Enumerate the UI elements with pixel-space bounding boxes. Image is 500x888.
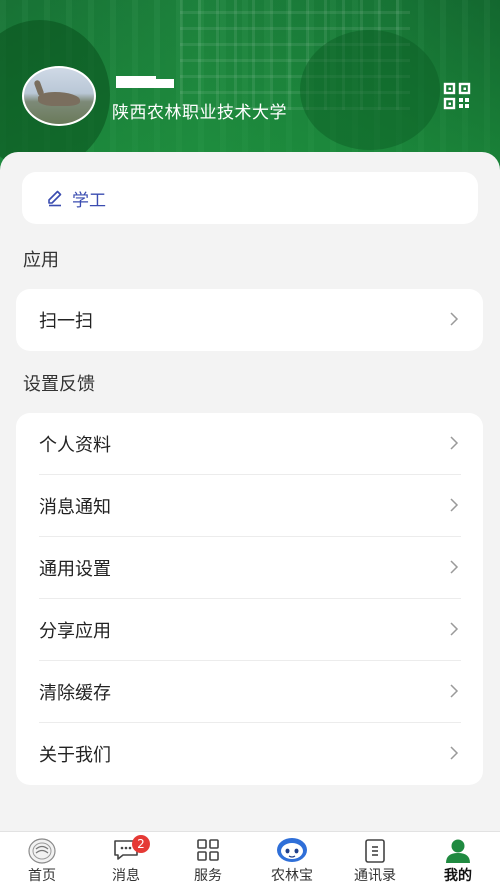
list-item-share-app[interactable]: 分享应用 bbox=[16, 599, 483, 661]
grid-icon bbox=[197, 839, 219, 861]
chevron-right-icon bbox=[450, 684, 459, 698]
tab-services[interactable]: 服务 bbox=[166, 832, 250, 888]
chevron-right-icon bbox=[450, 498, 459, 512]
chevron-right-icon bbox=[450, 622, 459, 636]
list-item-notifications[interactable]: 消息通知 bbox=[16, 475, 483, 537]
chevron-right-icon bbox=[450, 312, 459, 326]
list-item-general-settings[interactable]: 通用设置 bbox=[16, 537, 483, 599]
user-name-redacted bbox=[116, 74, 178, 88]
list-item-label: 扫一扫 bbox=[39, 311, 93, 332]
list-item-scan[interactable]: 扫一扫 bbox=[16, 289, 483, 351]
contacts-book-icon bbox=[365, 839, 385, 863]
tab-messages[interactable]: 2 消息 bbox=[84, 832, 168, 888]
list-item-label: 通用设置 bbox=[39, 559, 111, 580]
tab-label: 农林宝 bbox=[271, 868, 313, 884]
tab-mine[interactable]: 我的 bbox=[416, 832, 500, 888]
chevron-right-icon bbox=[450, 560, 459, 574]
bottom-tab-bar: 首页 2 消息 服务 农林宝 通讯录 我的 bbox=[0, 831, 500, 888]
tab-label: 首页 bbox=[28, 868, 56, 884]
avatar[interactable] bbox=[22, 66, 96, 126]
tab-assistant[interactable]: 农林宝 bbox=[250, 832, 334, 888]
tab-label: 我的 bbox=[444, 868, 472, 884]
list-item-label: 个人资料 bbox=[39, 435, 111, 456]
chevron-right-icon bbox=[450, 436, 459, 450]
tab-label: 服务 bbox=[194, 868, 222, 884]
tab-label: 消息 bbox=[112, 868, 140, 884]
role-switch-card[interactable]: 学工 bbox=[22, 172, 478, 224]
list-item-label: 消息通知 bbox=[39, 497, 111, 518]
apps-card: 扫一扫 bbox=[16, 289, 483, 351]
school-logo-icon bbox=[28, 838, 56, 864]
school-name: 陕西农林职业技术大学 bbox=[112, 103, 287, 123]
role-label: 学工 bbox=[72, 191, 106, 211]
unread-badge: 2 bbox=[132, 835, 150, 853]
tab-contacts[interactable]: 通讯录 bbox=[333, 832, 417, 888]
avatar-image-detail bbox=[38, 92, 80, 106]
tab-home[interactable]: 首页 bbox=[0, 832, 84, 888]
list-item-label: 清除缓存 bbox=[39, 683, 111, 704]
person-icon bbox=[446, 839, 470, 863]
list-item-clear-cache[interactable]: 清除缓存 bbox=[16, 661, 483, 723]
list-item-label: 关于我们 bbox=[39, 745, 111, 766]
section-title-apps: 应用 bbox=[23, 250, 59, 271]
robot-icon bbox=[277, 838, 307, 862]
pencil-icon bbox=[48, 190, 62, 207]
settings-card: 个人资料 消息通知 通用设置 分享应用 清除缓存 关于我们 bbox=[16, 413, 483, 785]
section-title-settings: 设置反馈 bbox=[23, 374, 95, 395]
list-item-about-us[interactable]: 关于我们 bbox=[16, 723, 483, 785]
profile-header: 陕西农林职业技术大学 bbox=[0, 0, 500, 175]
list-item-label: 分享应用 bbox=[39, 621, 111, 642]
chevron-right-icon bbox=[450, 746, 459, 760]
tab-label: 通讯录 bbox=[354, 868, 396, 884]
header-background-tree bbox=[300, 30, 440, 150]
qr-code-icon[interactable] bbox=[443, 82, 471, 110]
list-item-profile[interactable]: 个人资料 bbox=[16, 413, 483, 475]
